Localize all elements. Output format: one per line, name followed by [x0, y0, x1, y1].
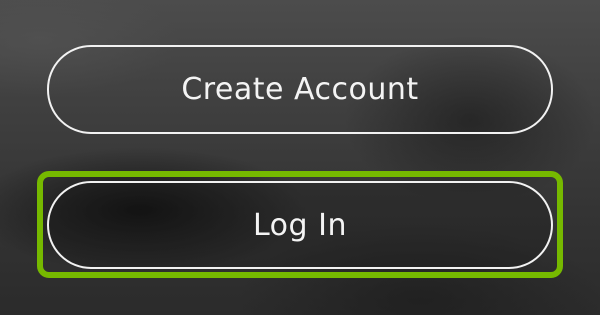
create-account-button[interactable]: Create Account — [47, 45, 553, 134]
log-in-button[interactable]: Log In — [47, 181, 553, 269]
auth-screen: Create Account Log In — [0, 0, 600, 315]
